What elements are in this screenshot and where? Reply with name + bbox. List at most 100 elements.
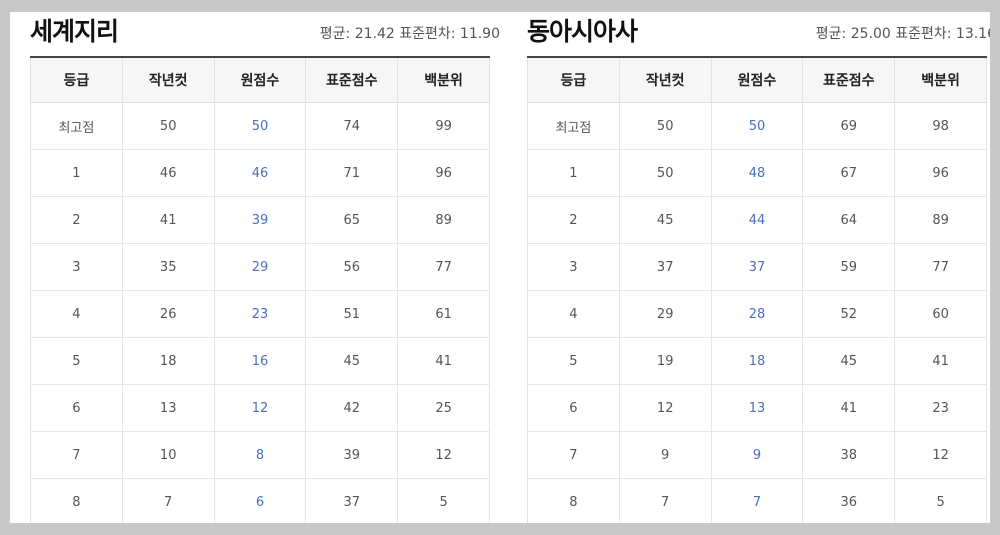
cell-standard-score: 45 bbox=[305, 337, 399, 385]
cell-raw-score: 37 bbox=[711, 243, 804, 291]
table-row: 5 19 18 45 41 bbox=[527, 337, 987, 385]
cell-standard-score: 41 bbox=[802, 384, 896, 432]
cell-grade: 5 bbox=[527, 337, 620, 385]
cell-standard-score: 56 bbox=[305, 243, 399, 291]
cell-raw-score: 7 bbox=[711, 478, 804, 523]
cell-last-year-cut: 10 bbox=[122, 431, 215, 479]
cell-grade: 3 bbox=[30, 243, 123, 291]
cell-standard-score: 67 bbox=[802, 149, 896, 197]
cell-percentile: 41 bbox=[894, 337, 987, 385]
cell-last-year-cut: 26 bbox=[122, 290, 215, 338]
panel-stats: 평균: 25.00 표준편차: 13.16 bbox=[815, 26, 990, 42]
cell-standard-score: 65 bbox=[305, 196, 399, 244]
cell-grade: 8 bbox=[30, 478, 123, 523]
cell-grade: 7 bbox=[527, 431, 620, 479]
table-row: 1 46 46 71 96 bbox=[30, 149, 490, 197]
cell-raw-score: 8 bbox=[214, 431, 307, 479]
cell-grade: 8 bbox=[527, 478, 620, 523]
cell-grade: 3 bbox=[527, 243, 620, 291]
grade-table: 등급 작년컷 원점수 표준점수 백분위 최고점 50 50 74 99 1 46 46 71 96 2 41 3… bbox=[30, 56, 490, 523]
column-header-grade: 등급 bbox=[527, 57, 620, 103]
cell-grade: 최고점 bbox=[30, 102, 123, 150]
cell-grade: 2 bbox=[30, 196, 123, 244]
cell-last-year-cut: 46 bbox=[122, 149, 215, 197]
cell-percentile: 60 bbox=[894, 290, 987, 338]
cell-grade: 2 bbox=[527, 196, 620, 244]
table-row: 6 13 12 42 25 bbox=[30, 384, 490, 432]
cell-standard-score: 59 bbox=[802, 243, 896, 291]
cell-percentile: 99 bbox=[397, 102, 490, 150]
panel-header: 세계지리 평균: 21.42 표준편차: 11.90 bbox=[30, 12, 500, 56]
column-header-raw-score: 원점수 bbox=[711, 57, 804, 103]
cell-raw-score: 50 bbox=[711, 102, 804, 150]
table-row: 8 7 7 36 5 bbox=[527, 478, 987, 523]
cell-raw-score: 6 bbox=[214, 478, 307, 523]
cell-raw-score: 16 bbox=[214, 337, 307, 385]
cell-raw-score: 29 bbox=[214, 243, 307, 291]
cell-last-year-cut: 29 bbox=[619, 290, 712, 338]
panel-stats: 평균: 21.42 표준편차: 11.90 bbox=[319, 26, 500, 42]
cell-percentile: 89 bbox=[894, 196, 987, 244]
cell-last-year-cut: 41 bbox=[122, 196, 215, 244]
cell-last-year-cut: 50 bbox=[619, 102, 712, 150]
cell-raw-score: 13 bbox=[711, 384, 804, 432]
cell-percentile: 12 bbox=[397, 431, 490, 479]
header-row: 등급 작년컷 원점수 표준점수 백분위 bbox=[30, 57, 490, 103]
table-row: 1 50 48 67 96 bbox=[527, 149, 987, 197]
cell-last-year-cut: 37 bbox=[619, 243, 712, 291]
cell-last-year-cut: 45 bbox=[619, 196, 712, 244]
cell-last-year-cut: 12 bbox=[619, 384, 712, 432]
cell-last-year-cut: 9 bbox=[619, 431, 712, 479]
cell-raw-score: 46 bbox=[214, 149, 307, 197]
cell-grade: 1 bbox=[527, 149, 620, 197]
column-header-raw-score: 원점수 bbox=[214, 57, 307, 103]
column-header-percentile: 백분위 bbox=[894, 57, 987, 103]
cell-last-year-cut: 50 bbox=[619, 149, 712, 197]
cell-percentile: 96 bbox=[894, 149, 987, 197]
table-row: 2 45 44 64 89 bbox=[527, 196, 987, 244]
cell-last-year-cut: 7 bbox=[619, 478, 712, 523]
table-row: 4 26 23 51 61 bbox=[30, 290, 490, 338]
cell-standard-score: 37 bbox=[305, 478, 399, 523]
panel-title: 동아시아사 bbox=[527, 17, 638, 46]
cell-standard-score: 74 bbox=[305, 102, 399, 150]
cell-last-year-cut: 18 bbox=[122, 337, 215, 385]
table-row: 최고점 50 50 69 98 bbox=[527, 102, 987, 150]
cell-standard-score: 71 bbox=[305, 149, 399, 197]
cell-last-year-cut: 35 bbox=[122, 243, 215, 291]
cell-last-year-cut: 7 bbox=[122, 478, 215, 523]
header-row: 등급 작년컷 원점수 표준점수 백분위 bbox=[527, 57, 987, 103]
table-row: 3 37 37 59 77 bbox=[527, 243, 987, 291]
table-row: 7 9 9 38 12 bbox=[527, 431, 987, 479]
cell-percentile: 96 bbox=[397, 149, 490, 197]
column-header-percentile: 백분위 bbox=[397, 57, 490, 103]
cell-percentile: 5 bbox=[894, 478, 987, 523]
cell-raw-score: 48 bbox=[711, 149, 804, 197]
cell-standard-score: 36 bbox=[802, 478, 896, 523]
cell-grade: 최고점 bbox=[527, 102, 620, 150]
column-header-grade: 등급 bbox=[30, 57, 123, 103]
cell-percentile: 98 bbox=[894, 102, 987, 150]
cell-raw-score: 23 bbox=[214, 290, 307, 338]
cell-raw-score: 50 bbox=[214, 102, 307, 150]
cell-grade: 4 bbox=[30, 290, 123, 338]
cell-grade: 6 bbox=[527, 384, 620, 432]
cell-standard-score: 69 bbox=[802, 102, 896, 150]
cell-grade: 6 bbox=[30, 384, 123, 432]
column-header-standard-score: 표준점수 bbox=[305, 57, 399, 103]
cell-raw-score: 39 bbox=[214, 196, 307, 244]
table-row: 5 18 16 45 41 bbox=[30, 337, 490, 385]
cell-standard-score: 42 bbox=[305, 384, 399, 432]
cell-last-year-cut: 50 bbox=[122, 102, 215, 150]
table-row: 4 29 28 52 60 bbox=[527, 290, 987, 338]
cell-percentile: 77 bbox=[894, 243, 987, 291]
grade-panel-east-asian-history: 동아시아사 평균: 25.00 표준편차: 13.16 등급 작년컷 원점수 표준점수… bbox=[527, 12, 990, 523]
cell-standard-score: 45 bbox=[802, 337, 896, 385]
cell-raw-score: 9 bbox=[711, 431, 804, 479]
table-row: 2 41 39 65 89 bbox=[30, 196, 490, 244]
cell-raw-score: 44 bbox=[711, 196, 804, 244]
cell-percentile: 89 bbox=[397, 196, 490, 244]
panel-header: 동아시아사 평균: 25.00 표준편차: 13.16 bbox=[527, 12, 990, 56]
cell-standard-score: 64 bbox=[802, 196, 896, 244]
grade-table: 등급 작년컷 원점수 표준점수 백분위 최고점 50 50 69 98 1 50 48 67 96 2 45 4… bbox=[527, 56, 987, 523]
